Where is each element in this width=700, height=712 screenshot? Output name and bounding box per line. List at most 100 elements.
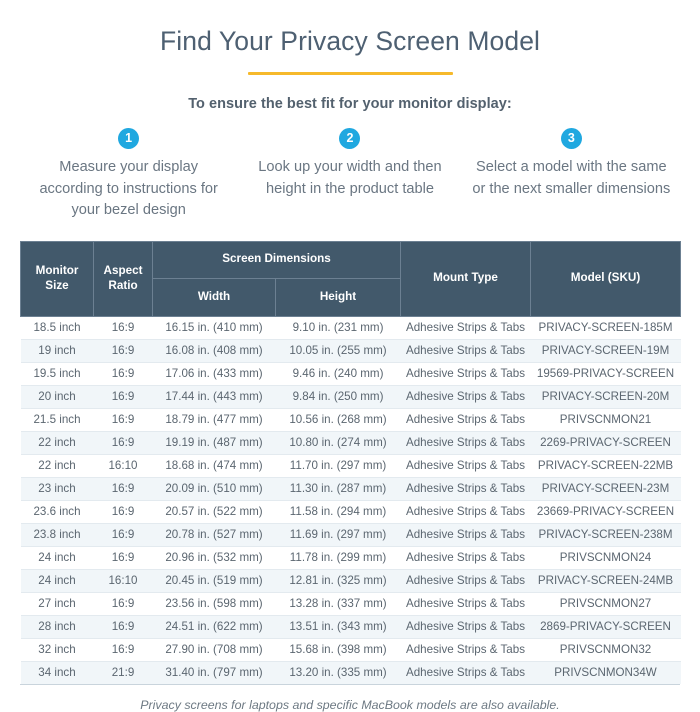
cell-monitor-size: 27 inch — [20, 591, 94, 616]
cell-aspect-ratio: 16:9 — [93, 499, 153, 524]
cell-model-sku: PRIVACY-SCREEN-23M — [530, 476, 681, 501]
cell-aspect-ratio: 16:9 — [93, 545, 153, 570]
column-header-width: Width — [152, 277, 276, 317]
table-row: 28 inch 16:9 24.51 in. (622 mm) 13.51 in. (… — [20, 614, 681, 639]
cell-height: 11.30 in. (287 mm) — [275, 476, 401, 501]
cell-model-sku: 19569-PRIVACY-SCREEN — [530, 361, 681, 386]
cell-width: 16.15 in. (410 mm) — [152, 316, 276, 340]
privacy-screen-product-table: Monitor Size Aspect Ratio Screen Dimensi… — [20, 240, 682, 684]
cell-monitor-size: 23.8 inch — [20, 522, 94, 547]
cell-mount-type: Adhesive Strips & Tabs — [400, 476, 531, 501]
cell-model-sku: PRIVSCNMON32 — [530, 637, 681, 662]
steps-list: 1 Measure your display according to inst… — [0, 128, 700, 221]
cell-aspect-ratio: 16:9 — [93, 476, 153, 501]
table-row: 21.5 inch 16:9 18.79 in. (477 mm) 10.56 in.… — [20, 407, 681, 432]
cell-monitor-size: 22 inch — [20, 430, 94, 455]
cell-height: 9.46 in. (240 mm) — [275, 361, 401, 386]
cell-monitor-size: 34 inch — [20, 660, 94, 684]
table-header: Monitor Size Aspect Ratio Screen Dimensi… — [20, 240, 682, 317]
cell-height: 11.78 in. (299 mm) — [275, 545, 401, 570]
cell-monitor-size: 24 inch — [20, 568, 94, 593]
cell-aspect-ratio: 16:9 — [93, 522, 153, 547]
cell-height: 11.58 in. (294 mm) — [275, 499, 401, 524]
cell-aspect-ratio: 16:9 — [93, 637, 153, 662]
cell-mount-type: Adhesive Strips & Tabs — [400, 568, 531, 593]
cell-mount-type: Adhesive Strips & Tabs — [400, 316, 531, 340]
cell-model-sku: 2869-PRIVACY-SCREEN — [530, 614, 681, 639]
step-number-badge-1: 1 — [118, 128, 140, 150]
cell-width: 31.40 in. (797 mm) — [152, 660, 276, 684]
cell-width: 20.45 in. (519 mm) — [152, 568, 276, 593]
table-row: 27 inch 16:9 23.56 in. (598 mm) 13.28 in. (… — [20, 591, 681, 616]
cell-model-sku: PRIVSCNMON21 — [530, 407, 681, 432]
cell-mount-type: Adhesive Strips & Tabs — [400, 660, 531, 684]
table-row: 22 inch 16:10 18.68 in. (474 mm) 11.70 in. … — [20, 453, 681, 478]
cell-monitor-size: 24 inch — [20, 545, 94, 570]
product-table-container: Monitor Size Aspect Ratio Screen Dimensi… — [20, 240, 682, 685]
cell-mount-type: Adhesive Strips & Tabs — [400, 522, 531, 547]
step-text-2: Look up your width and then height in th… — [258, 159, 442, 197]
column-header-aspect-ratio: Aspect Ratio — [93, 240, 153, 317]
step-text-3: Select a model with the same or the next… — [472, 159, 671, 197]
cell-monitor-size: 23 inch — [20, 476, 94, 501]
cell-width: 19.19 in. (487 mm) — [152, 430, 276, 455]
cell-width: 16.08 in. (408 mm) — [152, 338, 276, 363]
step-number-badge-2: 2 — [339, 128, 361, 150]
cell-aspect-ratio: 16:9 — [93, 338, 153, 363]
table-row: 32 inch 16:9 27.90 in. (708 mm) 15.68 in. (… — [20, 637, 681, 662]
cell-width: 20.09 in. (510 mm) — [152, 476, 276, 501]
table-row: 18.5 inch 16:9 16.15 in. (410 mm) 9.10 in. … — [20, 316, 681, 340]
cell-height: 11.70 in. (297 mm) — [275, 453, 401, 478]
cell-monitor-size: 23.6 inch — [20, 499, 94, 524]
cell-aspect-ratio: 16:10 — [93, 568, 153, 593]
cell-model-sku: PRIVACY-SCREEN-20M — [530, 384, 681, 409]
cell-width: 24.51 in. (622 mm) — [152, 614, 276, 639]
cell-aspect-ratio: 16:9 — [93, 407, 153, 432]
table-row: 34 inch 21:9 31.40 in. (797 mm) 13.20 in. (… — [20, 660, 681, 684]
table-body: 18.5 inch 16:9 16.15 in. (410 mm) 9.10 in. … — [20, 316, 681, 684]
table-row: 20 inch 16:9 17.44 in. (443 mm) 9.84 in. (2… — [20, 384, 681, 409]
cell-model-sku: PRIVSCNMON34W — [530, 660, 681, 684]
cell-height: 9.84 in. (250 mm) — [275, 384, 401, 409]
page-title: Find Your Privacy Screen Model — [159, 26, 541, 56]
cell-model-sku: PRIVACY-SCREEN-19M — [530, 338, 681, 363]
cell-mount-type: Adhesive Strips & Tabs — [400, 338, 531, 363]
table-bottom-divider — [20, 683, 680, 685]
column-header-model-sku: Model (SKU) — [530, 240, 682, 317]
column-header-mount-type: Mount Type — [400, 240, 532, 317]
cell-model-sku: PRIVACY-SCREEN-238M — [530, 522, 681, 547]
cell-mount-type: Adhesive Strips & Tabs — [400, 499, 531, 524]
cell-model-sku: PRIVACY-SCREEN-24MB — [530, 568, 681, 593]
cell-monitor-size: 22 inch — [20, 453, 94, 478]
step-text-1: Measure your display according to instru… — [39, 159, 218, 219]
cell-height: 9.10 in. (231 mm) — [275, 316, 401, 340]
cell-model-sku: PRIVSCNMON27 — [530, 591, 681, 616]
cell-mount-type: Adhesive Strips & Tabs — [400, 453, 531, 478]
cell-aspect-ratio: 16:9 — [93, 614, 153, 639]
cell-width: 20.57 in. (522 mm) — [152, 499, 276, 524]
privacy-screen-model-infographic: Find Your Privacy Screen Model To ensure… — [0, 0, 700, 712]
cell-height: 10.80 in. (274 mm) — [275, 430, 401, 455]
step-item-2: 2 Look up your width and then height in … — [239, 128, 460, 221]
cell-height: 13.51 in. (343 mm) — [275, 614, 401, 639]
cell-monitor-size: 20 inch — [20, 384, 94, 409]
cell-monitor-size: 32 inch — [20, 637, 94, 662]
cell-model-sku: PRIVACY-SCREEN-185M — [530, 316, 681, 340]
cell-aspect-ratio: 21:9 — [93, 660, 153, 684]
step-item-3: 3 Select a model with the same or the ne… — [461, 128, 682, 221]
cell-height: 11.69 in. (297 mm) — [275, 522, 401, 547]
cell-height: 10.56 in. (268 mm) — [275, 407, 401, 432]
cell-aspect-ratio: 16:9 — [93, 316, 153, 340]
cell-width: 17.44 in. (443 mm) — [152, 384, 276, 409]
cell-width: 20.96 in. (532 mm) — [152, 545, 276, 570]
cell-width: 23.56 in. (598 mm) — [152, 591, 276, 616]
column-header-monitor-size: Monitor Size — [20, 240, 94, 317]
cell-mount-type: Adhesive Strips & Tabs — [400, 614, 531, 639]
cell-mount-type: Adhesive Strips & Tabs — [400, 430, 531, 455]
cell-height: 15.68 in. (398 mm) — [275, 637, 401, 662]
cell-mount-type: Adhesive Strips & Tabs — [400, 407, 531, 432]
cell-height: 13.28 in. (337 mm) — [275, 591, 401, 616]
cell-height: 12.81 in. (325 mm) — [275, 568, 401, 593]
cell-model-sku: 2269-PRIVACY-SCREEN — [530, 430, 681, 455]
cell-height: 13.20 in. (335 mm) — [275, 660, 401, 684]
